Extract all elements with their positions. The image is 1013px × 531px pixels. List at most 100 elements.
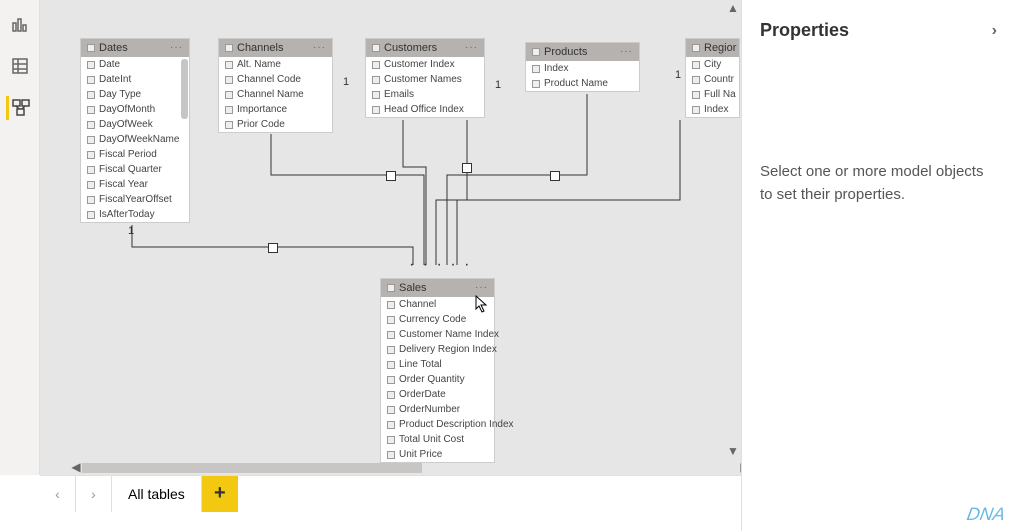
model-canvas-area[interactable]: 1 1 1 1 · · · · · Dates ··· Date DateInt…: [40, 0, 741, 475]
tab-next-button[interactable]: ›: [76, 476, 112, 512]
table-field[interactable]: Product Description Index: [381, 417, 494, 432]
table-products[interactable]: Products ··· Index Product Name: [525, 42, 640, 92]
table-header-customers[interactable]: Customers ···: [366, 39, 484, 57]
field-icon: [387, 346, 395, 354]
field-icon: [387, 301, 395, 309]
table-field[interactable]: Emails: [366, 87, 484, 102]
field-icon: [87, 166, 95, 174]
table-header-products[interactable]: Products ···: [526, 43, 639, 61]
table-field[interactable]: Delivery Region Index: [381, 342, 494, 357]
field-label: IsAfterToday: [99, 209, 155, 220]
table-field[interactable]: Product Name: [526, 76, 639, 91]
more-icon[interactable]: ···: [620, 46, 633, 57]
left-tool-rail: [0, 0, 40, 475]
scroll-left-arrow-icon[interactable]: ◀: [70, 461, 82, 473]
properties-title-text: Properties: [760, 20, 849, 40]
table-field[interactable]: Fiscal Year: [81, 177, 189, 192]
table-field[interactable]: Head Office Index: [366, 102, 484, 117]
field-label: Currency Code: [399, 314, 466, 325]
field-icon: [87, 91, 95, 99]
table-field[interactable]: Prior Code: [219, 117, 332, 132]
field-label: Fiscal Quarter: [99, 164, 162, 175]
scroll-down-arrow-icon[interactable]: ▼: [727, 445, 739, 457]
field-label: Delivery Region Index: [399, 344, 497, 355]
table-field[interactable]: Fiscal Quarter: [81, 162, 189, 177]
table-field[interactable]: Date: [81, 57, 189, 72]
table-field[interactable]: FiscalYearOffset: [81, 192, 189, 207]
scroll-up-arrow-icon[interactable]: ▲: [727, 2, 739, 14]
field-label: OrderNumber: [399, 404, 460, 415]
table-field[interactable]: Channel Code: [219, 72, 332, 87]
table-field[interactable]: DayOfWeekName: [81, 132, 189, 147]
table-field[interactable]: Alt. Name: [219, 57, 332, 72]
canvas-vertical-scrollbar[interactable]: ▲ ▼: [727, 2, 739, 457]
field-label: Head Office Index: [384, 104, 464, 115]
more-icon[interactable]: ···: [170, 42, 183, 53]
table-dates[interactable]: Dates ··· Date DateInt Day Type DayOfMon…: [80, 38, 190, 223]
table-field[interactable]: Channel Name: [219, 87, 332, 102]
field-label: Customer Names: [384, 74, 462, 85]
tab-label: All tables: [128, 486, 185, 502]
table-field[interactable]: Customer Name Index: [381, 327, 494, 342]
table-field[interactable]: OrderDate: [381, 387, 494, 402]
table-channels[interactable]: Channels ··· Alt. Name Channel Code Chan…: [218, 38, 333, 133]
relationship-marker: [550, 171, 560, 181]
field-icon: [387, 316, 395, 324]
cardinality-one: 1: [343, 76, 349, 88]
table-field[interactable]: Index: [526, 61, 639, 76]
field-icon: [532, 80, 540, 88]
field-icon: [225, 106, 233, 114]
collapse-panel-chevron-icon[interactable]: ›: [992, 22, 997, 40]
tab-all-tables[interactable]: All tables: [112, 476, 202, 512]
table-header-channels[interactable]: Channels ···: [219, 39, 332, 57]
canvas-horizontal-scrollbar[interactable]: ◀ ▶: [82, 461, 739, 475]
data-view-button[interactable]: [8, 54, 32, 78]
field-label: Emails: [384, 89, 414, 100]
cardinality-one: 1: [675, 69, 681, 81]
field-icon: [225, 76, 233, 84]
report-view-button[interactable]: [8, 12, 32, 36]
table-customers[interactable]: Customers ··· Customer Index Customer Na…: [365, 38, 485, 118]
table-field[interactable]: OrderNumber: [381, 402, 494, 417]
properties-panel: Properties › Select one or more model ob…: [741, 0, 1013, 531]
field-icon: [87, 76, 95, 84]
table-field[interactable]: Customer Names: [366, 72, 484, 87]
table-field[interactable]: Channel: [381, 297, 494, 312]
table-field[interactable]: Customer Index: [366, 57, 484, 72]
table-header-sales[interactable]: Sales ···: [381, 279, 494, 297]
table-field[interactable]: DateInt: [81, 72, 189, 87]
table-scrollbar[interactable]: [181, 59, 188, 119]
table-sales[interactable]: Sales ··· Channel Currency Code Customer…: [380, 278, 495, 463]
add-tab-button[interactable]: +: [202, 476, 238, 512]
field-icon: [87, 136, 95, 144]
field-icon: [387, 331, 395, 339]
table-field[interactable]: Unit Price: [381, 447, 494, 462]
model-canvas[interactable]: 1 1 1 1 · · · · · Dates ··· Date DateInt…: [40, 0, 741, 475]
model-view-button[interactable]: [6, 96, 30, 120]
tab-prev-button[interactable]: ‹: [40, 476, 76, 512]
table-field[interactable]: Day Type: [81, 87, 189, 102]
field-icon: [692, 76, 700, 84]
table-field[interactable]: Order Quantity: [381, 372, 494, 387]
table-field[interactable]: Fiscal Period: [81, 147, 189, 162]
table-field[interactable]: Currency Code: [381, 312, 494, 327]
field-icon: [87, 211, 95, 219]
more-icon[interactable]: ···: [475, 282, 488, 293]
properties-title: Properties ›: [760, 20, 995, 41]
field-label: DayOfWeek: [99, 119, 153, 130]
field-label: Day Type: [99, 89, 141, 100]
table-field[interactable]: Total Unit Cost: [381, 432, 494, 447]
table-field[interactable]: Importance: [219, 102, 332, 117]
table-field[interactable]: Line Total: [381, 357, 494, 372]
table-field[interactable]: DayOfWeek: [81, 117, 189, 132]
scrollbar-thumb[interactable]: [82, 463, 422, 473]
table-field[interactable]: DayOfMonth: [81, 102, 189, 117]
field-icon: [87, 106, 95, 114]
field-label: Prior Code: [237, 119, 285, 130]
more-icon[interactable]: ···: [313, 42, 326, 53]
table-title: Products: [544, 46, 587, 58]
more-icon[interactable]: ···: [465, 42, 478, 53]
field-icon: [387, 436, 395, 444]
table-field[interactable]: IsAfterToday: [81, 207, 189, 222]
table-header-dates[interactable]: Dates ···: [81, 39, 189, 57]
